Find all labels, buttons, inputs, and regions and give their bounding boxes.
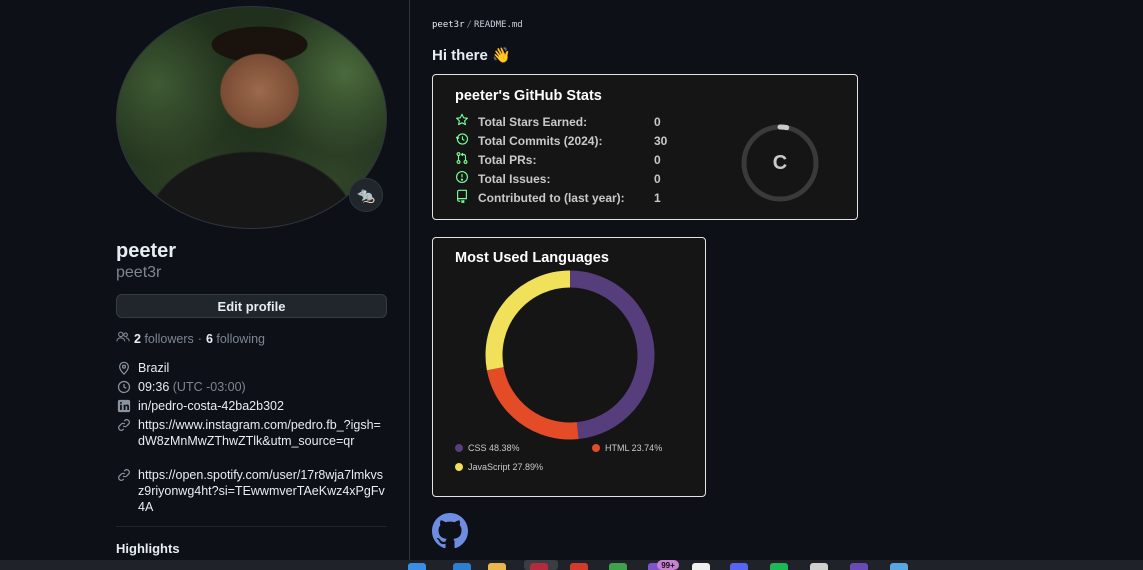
app-icon[interactable]	[890, 563, 908, 570]
instagram-link[interactable]: https://www.instagram.com/pedro.fb_?igsh…	[138, 417, 386, 449]
linkedin-link[interactable]: in/pedro-costa-42ba2b302	[138, 398, 386, 414]
github-stats-card[interactable]: peeter's GitHub Stats Total Stars Earned…	[432, 74, 858, 220]
stat-value: 1	[654, 191, 661, 205]
linkedin-icon	[116, 398, 131, 414]
stat-value: 0	[654, 153, 661, 167]
languages-donut-chart	[485, 270, 655, 440]
stat-row-issues: Total Issues: 0	[455, 170, 661, 189]
spotify-link[interactable]: https://open.spotify.com/user/17r8wja7lm…	[138, 467, 386, 515]
stat-row-commits: Total Commits (2024): 30	[455, 132, 668, 151]
local-time: 09:36 (UTC -03:00)	[138, 379, 386, 395]
readme-greeting: Hi there 👋	[432, 47, 511, 64]
star-icon	[455, 113, 469, 132]
follow-separator: ·	[197, 331, 202, 346]
local-time-item: 09:36 (UTC -03:00)	[116, 379, 386, 395]
app-icon[interactable]	[570, 563, 588, 570]
clock-icon	[116, 379, 131, 395]
repo-icon	[455, 189, 469, 208]
profile-avatar-container: 🐀	[116, 6, 387, 229]
legend-item-html: HTML 23.74%	[592, 443, 662, 453]
windows-taskbar: 99+	[0, 560, 1143, 570]
followers-count: 2	[134, 331, 141, 346]
edge-icon[interactable]	[453, 563, 471, 570]
legend-dot	[592, 444, 600, 452]
stat-label: Total Issues:	[478, 172, 551, 186]
app-icon[interactable]	[810, 563, 828, 570]
legend-dot	[455, 444, 463, 452]
people-icon	[116, 330, 130, 347]
breadcrumb-file[interactable]: README.md	[474, 20, 523, 30]
start-menu-icon[interactable]	[408, 563, 426, 570]
stat-value: 0	[654, 172, 661, 186]
followers-link[interactable]: 2 followers	[134, 332, 194, 346]
stat-label: Total Commits (2024):	[478, 134, 603, 148]
edit-profile-label: Edit profile	[217, 298, 286, 314]
link-icon	[116, 467, 131, 483]
app-icon[interactable]	[692, 563, 710, 570]
most-used-languages-card[interactable]: Most Used Languages CSS 48.38% HTML 23.7…	[432, 237, 706, 497]
file-explorer-icon[interactable]	[488, 563, 506, 570]
rank-letter: C	[772, 151, 788, 174]
linkedin-item: in/pedro-costa-42ba2b302	[116, 398, 386, 414]
follow-stats: 2 followers · 6 following	[116, 330, 265, 347]
breadcrumb-separator: /	[466, 20, 472, 30]
following-label: following	[216, 331, 266, 346]
notification-badge: 99+	[657, 560, 679, 570]
status-button[interactable]: 🐀	[349, 178, 383, 212]
opera-icon[interactable]	[530, 563, 548, 570]
sidebar-divider	[116, 526, 387, 527]
app-icon[interactable]	[609, 563, 627, 570]
discord-icon[interactable]	[730, 563, 748, 570]
issue-icon	[455, 170, 469, 189]
avatar[interactable]	[116, 6, 387, 229]
local-time-value: 09:36	[138, 380, 170, 394]
stat-value: 0	[654, 115, 661, 129]
profile-name: peeter	[116, 240, 177, 262]
location-icon	[116, 360, 131, 376]
highlights-heading: Highlights	[116, 541, 180, 556]
app-icon[interactable]	[850, 563, 868, 570]
location-item: Brazil	[116, 360, 386, 376]
legend-item-javascript: JavaScript 27.89%	[455, 462, 543, 472]
legend-dot	[455, 463, 463, 471]
spotify-icon[interactable]	[770, 563, 788, 570]
following-count: 6	[205, 331, 213, 346]
status-emoji: 🐀	[356, 187, 376, 204]
legend-label: JavaScript 27.89%	[468, 462, 544, 472]
donut-slice-html	[486, 366, 579, 440]
pull-request-icon	[455, 151, 469, 170]
following-link[interactable]: 6 following	[206, 332, 265, 346]
readme-breadcrumb: peet3r / README.md	[432, 20, 523, 30]
stat-label: Contributed to (last year):	[478, 191, 625, 205]
timezone: (UTC -03:00)	[172, 380, 246, 394]
link-icon	[116, 417, 131, 433]
legend-label: CSS 48.38%	[468, 443, 520, 453]
legend-label: HTML 23.74%	[605, 443, 663, 453]
donut-slice-css	[569, 270, 655, 440]
legend-item-css: CSS 48.38%	[455, 443, 520, 453]
stat-row-contributed: Contributed to (last year): 1	[455, 189, 661, 208]
followers-label: followers	[144, 331, 194, 346]
stat-value: 30	[654, 134, 668, 148]
edit-profile-button[interactable]: Edit profile	[116, 294, 387, 318]
profile-login: peet3r	[116, 264, 162, 281]
stat-row-prs: Total PRs: 0	[455, 151, 661, 170]
stat-row-stars: Total Stars Earned: 0	[455, 113, 661, 132]
github-icon[interactable]	[432, 513, 468, 549]
spotify-item: https://open.spotify.com/user/17r8wja7lm…	[116, 467, 386, 515]
location-text: Brazil	[138, 361, 170, 375]
stat-label: Total Stars Earned:	[478, 115, 588, 129]
donut-slice-javascript	[485, 270, 571, 371]
history-icon	[455, 132, 469, 151]
stat-label: Total PRs:	[478, 153, 537, 167]
stats-card-title: peeter's GitHub Stats	[455, 88, 602, 104]
readme-panel: peet3r / README.md Hi there 👋 peeter's Git…	[409, 0, 1143, 560]
breadcrumb-owner[interactable]: peet3r	[432, 20, 465, 30]
instagram-item: https://www.instagram.com/pedro.fb_?igsh…	[116, 417, 386, 449]
